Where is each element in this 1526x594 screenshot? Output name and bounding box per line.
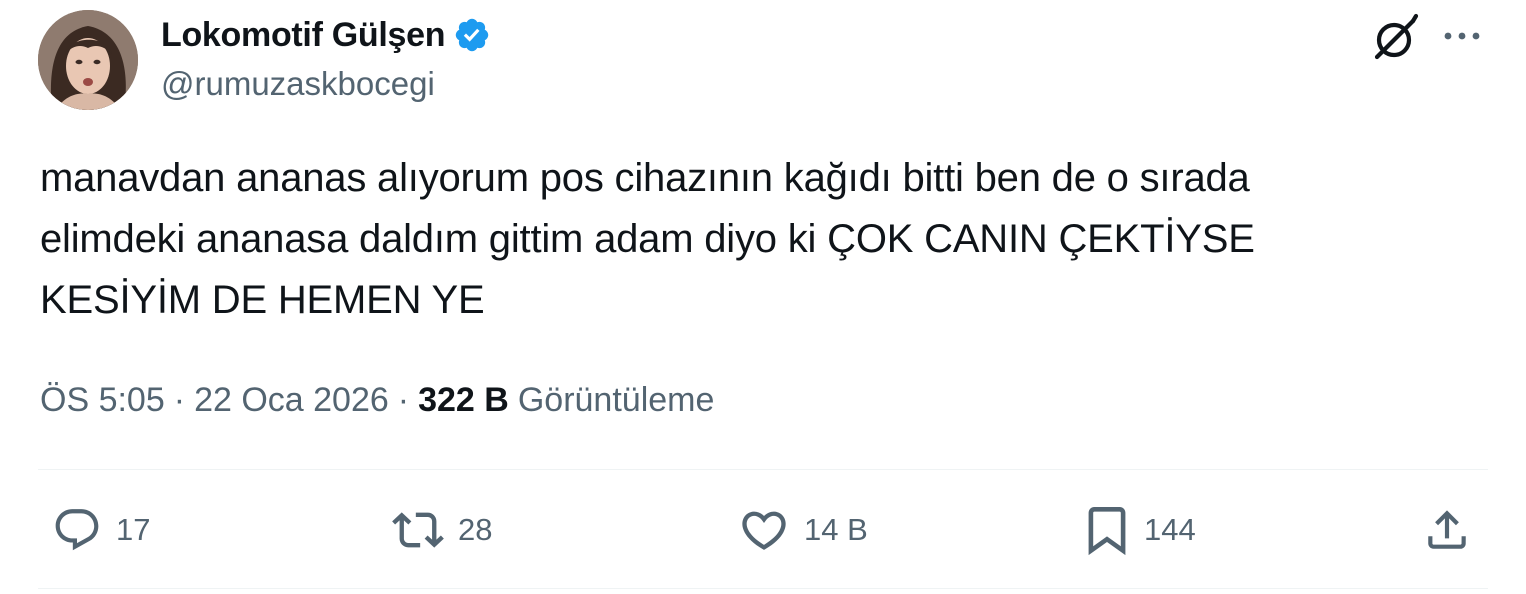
verified-badge-icon[interactable] (453, 16, 491, 54)
more-horizontal-icon[interactable] (1440, 20, 1484, 52)
heart-icon (742, 511, 786, 550)
bookmark-button[interactable]: 144 (1084, 504, 1196, 556)
tweet-time[interactable]: ÖS 5:05 (40, 381, 165, 420)
like-count: 14 B (804, 512, 868, 547)
reply-icon (55, 509, 99, 551)
profile-photo (38, 10, 138, 110)
repost-button[interactable]: 28 (392, 504, 492, 556)
tweet-date[interactable]: 22 Oca 2026 (194, 381, 389, 420)
author-name-row: Lokomotif Gülşen (161, 12, 491, 58)
tweet-text-line: manavdan ananas alıyorum pos cihazının k… (40, 156, 1250, 200)
divider (38, 469, 1488, 470)
grok-icon[interactable] (1368, 12, 1420, 64)
tweet-meta: ÖS 5:05 · 22 Oca 2026 · 322 B Görüntülem… (40, 376, 714, 424)
avatar[interactable] (38, 10, 138, 110)
display-name[interactable]: Lokomotif Gülşen (161, 12, 446, 58)
meta-separator: · (397, 380, 410, 419)
repost-icon (392, 512, 444, 548)
tweet-text-line: KESİYİM DE HEMEN YE (40, 278, 485, 322)
reply-button[interactable]: 17 (52, 504, 150, 556)
views-count[interactable]: 322 B (418, 381, 509, 420)
bookmark-icon (1088, 507, 1126, 556)
views-label[interactable]: Görüntüleme (518, 381, 715, 420)
meta-separator: · (173, 380, 186, 419)
like-button[interactable]: 14 B (738, 504, 868, 556)
repost-count: 28 (458, 512, 493, 547)
bookmark-count: 144 (1144, 512, 1196, 547)
share-button[interactable] (1422, 504, 1472, 556)
author-handle[interactable]: @rumuzaskbocegi (161, 62, 435, 106)
divider (38, 588, 1488, 589)
tweet-text-line: elimdeki ananasa daldım gittim adam diyo… (40, 217, 1255, 261)
share-icon (1428, 510, 1466, 549)
reply-count: 17 (116, 512, 151, 547)
tweet-text: manavdan ananas alıyorum pos cihazının k… (40, 148, 1480, 331)
